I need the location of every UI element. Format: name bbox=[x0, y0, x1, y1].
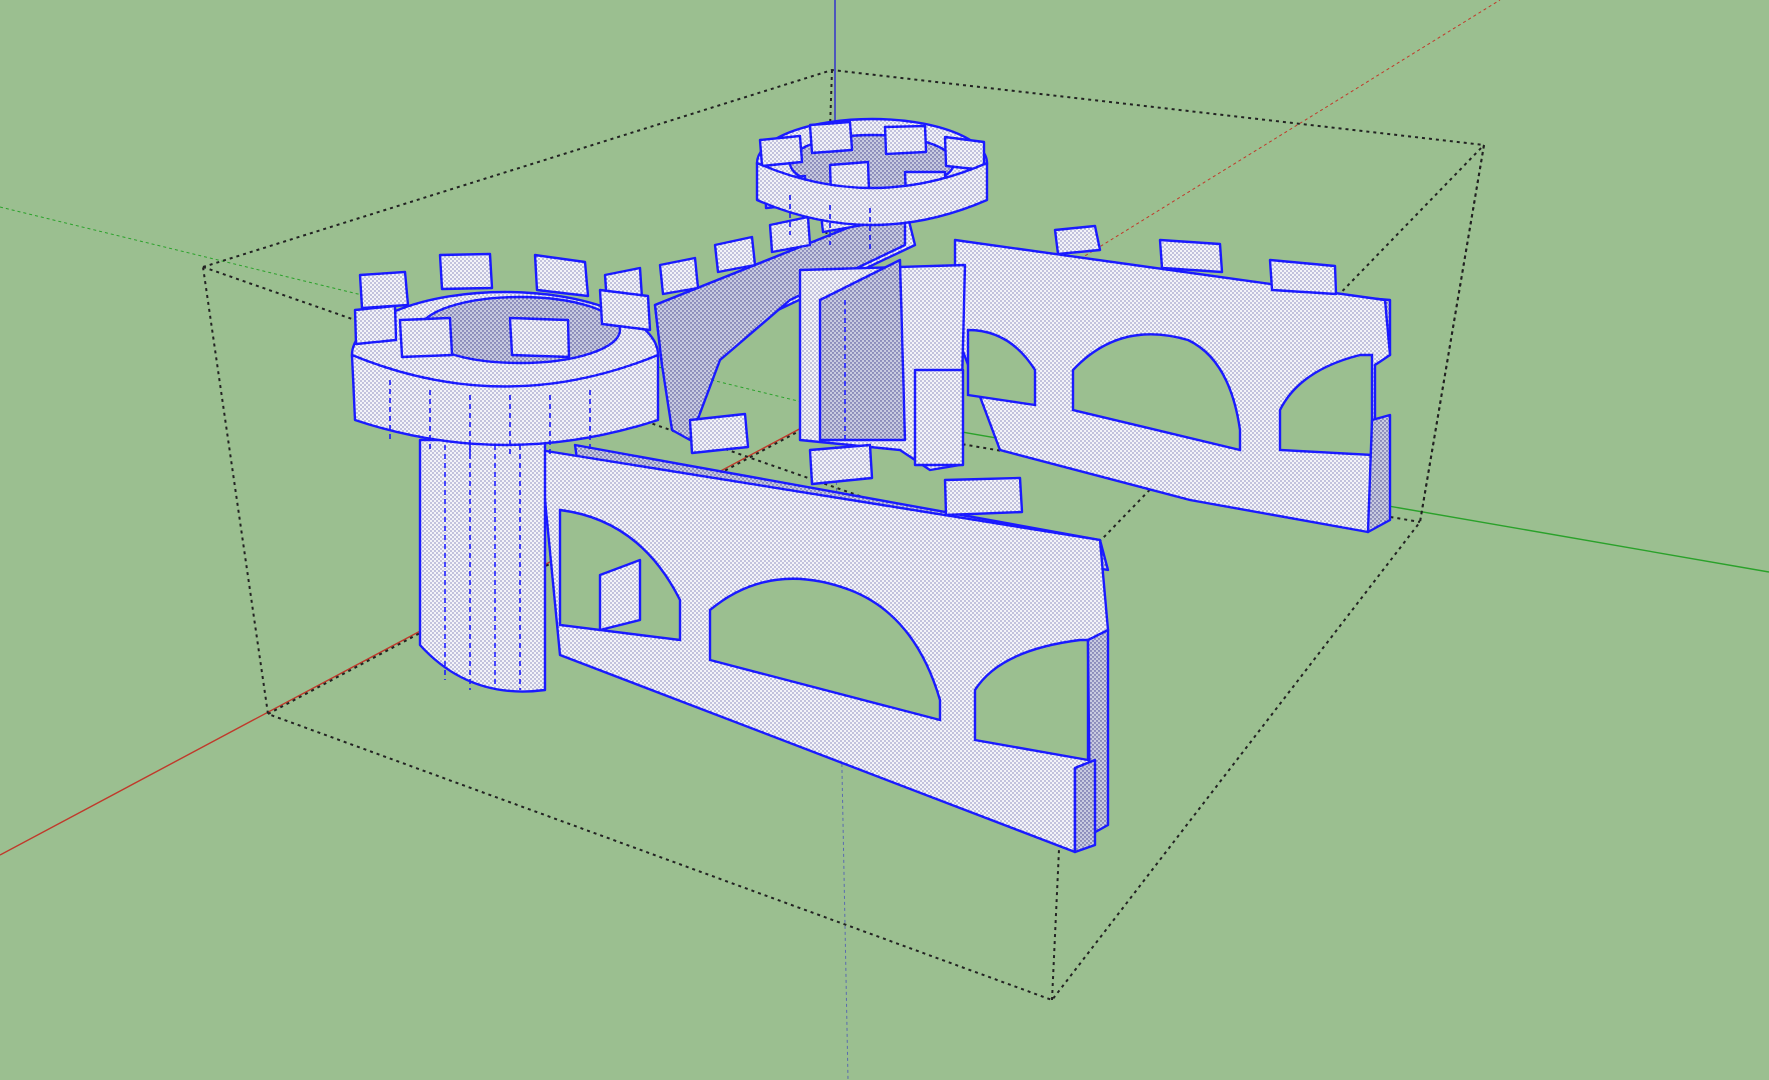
back-tower[interactable] bbox=[798, 258, 967, 472]
modeling-viewport[interactable] bbox=[0, 0, 1769, 1080]
front-wall[interactable] bbox=[538, 391, 1110, 854]
castle-model[interactable] bbox=[350, 117, 1392, 854]
